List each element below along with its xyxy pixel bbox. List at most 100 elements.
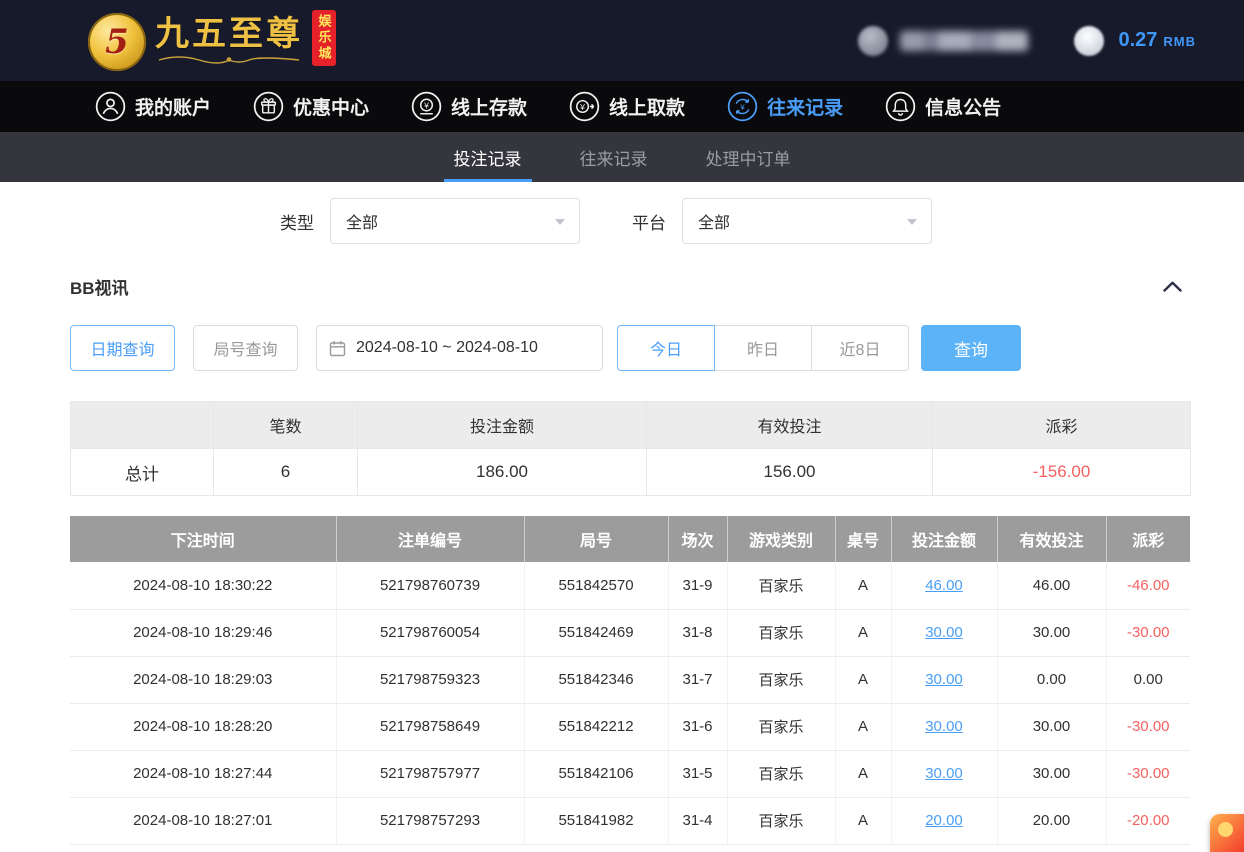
- cell-table-no: A: [835, 562, 891, 609]
- last-8-days-button[interactable]: 近8日: [811, 325, 909, 371]
- cell-bet-id: 521798757977: [336, 750, 524, 797]
- platform-filter-label: 平台: [632, 209, 666, 234]
- nav-item-promotions[interactable]: 优惠中心: [253, 91, 369, 122]
- coin-glyph: 5: [105, 22, 129, 62]
- cell-session: 31-8: [668, 609, 727, 656]
- gift-icon: [253, 91, 284, 122]
- floating-promo-widget[interactable]: [1210, 814, 1244, 852]
- filter-row: 类型 全部 平台 全部: [280, 198, 1244, 244]
- cell-session: 31-9: [668, 562, 727, 609]
- round-query-button[interactable]: 局号查询: [193, 325, 298, 371]
- nav-item-withdraw[interactable]: ¥ 线上取款: [569, 91, 685, 122]
- cell-game-type: 百家乐: [727, 609, 835, 656]
- cell-table-no: A: [835, 656, 891, 703]
- summary-bet-amount: 186.00: [358, 449, 647, 496]
- summary-total-label: 总计: [71, 449, 214, 496]
- header-bet-time: 下注时间: [70, 516, 336, 562]
- cell-game-type: 百家乐: [727, 656, 835, 703]
- summary-count: 6: [214, 449, 358, 496]
- bet-amount-link[interactable]: 46.00: [925, 577, 963, 594]
- section-title: BB视讯: [70, 274, 129, 299]
- main-nav: 我的账户 优惠中心 ¥ 线上存款 ¥ 线上取款 ¥ 往来记录 信息公告: [0, 81, 1244, 132]
- date-range-value: 2024-08-10 ~ 2024-08-10: [356, 339, 538, 357]
- chevron-down-icon: [555, 219, 565, 225]
- cell-valid-bet: 20.00: [997, 797, 1106, 844]
- nav-item-records[interactable]: ¥ 往来记录: [727, 91, 843, 122]
- user-avatar[interactable]: [858, 26, 888, 56]
- quick-date-group: 今日 昨日 近8日: [617, 325, 909, 371]
- platform-select-value: 全部: [698, 209, 730, 233]
- cell-bet-id: 521798760054: [336, 609, 524, 656]
- table-row: 2024-08-10 18:29:03 521798759323 5518423…: [70, 656, 1190, 703]
- cell-bet-amount: 46.00: [891, 562, 997, 609]
- cell-valid-bet: 30.00: [997, 703, 1106, 750]
- cell-game-type: 百家乐: [727, 750, 835, 797]
- svg-text:¥: ¥: [579, 102, 585, 112]
- type-filter-label: 类型: [280, 209, 314, 234]
- cell-bet-amount: 30.00: [891, 703, 997, 750]
- nav-item-my-account[interactable]: 我的账户: [95, 91, 211, 122]
- sub-tab-bar: 投注记录 往来记录 处理中订单: [0, 132, 1244, 182]
- tab-betting-records[interactable]: 投注记录: [448, 132, 528, 182]
- nav-item-deposit[interactable]: ¥ 线上存款: [411, 91, 527, 122]
- query-controls: 日期查询 局号查询 2024-08-10 ~ 2024-08-10 今日 昨日 …: [70, 325, 1244, 371]
- summary-payout: -156.00: [933, 449, 1191, 496]
- bet-amount-link[interactable]: 20.00: [925, 812, 963, 829]
- date-query-button[interactable]: 日期查询: [70, 325, 175, 371]
- nav-label: 线上取款: [609, 93, 685, 120]
- cell-game-type: 百家乐: [727, 703, 835, 750]
- header-table-no: 桌号: [835, 516, 891, 562]
- search-button[interactable]: 查询: [921, 325, 1021, 371]
- bet-amount-link[interactable]: 30.00: [925, 671, 963, 688]
- deposit-icon: ¥: [411, 91, 442, 122]
- top-header: 5 九五至尊 娱乐城 0.27 RMB: [0, 0, 1244, 81]
- date-range-input[interactable]: 2024-08-10 ~ 2024-08-10: [316, 325, 603, 371]
- bet-amount-link[interactable]: 30.00: [925, 765, 963, 782]
- tab-transaction-records[interactable]: 往来记录: [574, 132, 654, 182]
- type-select[interactable]: 全部: [330, 198, 580, 244]
- bell-icon: [885, 91, 916, 122]
- platform-select[interactable]: 全部: [682, 198, 932, 244]
- balance-amount: 0.27: [1118, 29, 1157, 52]
- chevron-down-icon: [907, 219, 917, 225]
- calendar-icon: [329, 340, 346, 357]
- tab-processing-orders[interactable]: 处理中订单: [700, 132, 797, 182]
- cell-valid-bet: 30.00: [997, 750, 1106, 797]
- brand-logo[interactable]: 5 九五至尊 娱乐城: [88, 10, 336, 71]
- balance-currency: RMB: [1163, 34, 1196, 49]
- yesterday-button[interactable]: 昨日: [714, 325, 812, 371]
- vip-level-avatar[interactable]: [1074, 26, 1104, 56]
- records-icon: ¥: [727, 91, 758, 122]
- header-valid-bet: 有效投注: [997, 516, 1106, 562]
- active-tab-underline: [444, 179, 532, 182]
- cell-round-id: 551841982: [524, 797, 668, 844]
- cell-bet-time: 2024-08-10 18:30:22: [70, 562, 336, 609]
- table-row: 2024-08-10 18:27:01 521798757293 5518419…: [70, 797, 1190, 844]
- cell-valid-bet: 0.00: [997, 656, 1106, 703]
- bet-amount-link[interactable]: 30.00: [925, 718, 963, 735]
- cell-bet-time: 2024-08-10 18:29:03: [70, 656, 336, 703]
- user-area: 0.27 RMB: [858, 26, 1196, 56]
- svg-text:¥: ¥: [740, 102, 745, 111]
- tab-label: 处理中订单: [706, 145, 791, 170]
- table-row: 2024-08-10 18:29:46 521798760054 5518424…: [70, 609, 1190, 656]
- username-blurred[interactable]: [900, 31, 1028, 51]
- section-header: BB视讯: [70, 274, 1186, 299]
- collapse-chevron-up-icon[interactable]: [1159, 277, 1186, 296]
- bet-amount-link[interactable]: 30.00: [925, 624, 963, 641]
- wallet-balance[interactable]: 0.27 RMB: [1118, 29, 1196, 52]
- cell-payout: -30.00: [1106, 703, 1190, 750]
- cell-payout: -20.00: [1106, 797, 1190, 844]
- nav-label: 往来记录: [767, 93, 843, 120]
- cell-game-type: 百家乐: [727, 562, 835, 609]
- logo-coin-icon: 5: [88, 13, 146, 71]
- summary-header-empty: [71, 402, 214, 449]
- summary-header-bet-amount: 投注金额: [358, 402, 647, 449]
- nav-item-announcements[interactable]: 信息公告: [885, 91, 1001, 122]
- brand-badge: 娱乐城: [312, 10, 336, 66]
- cell-bet-amount: 30.00: [891, 609, 997, 656]
- cell-round-id: 551842570: [524, 562, 668, 609]
- today-button[interactable]: 今日: [617, 325, 715, 371]
- header-round-id: 局号: [524, 516, 668, 562]
- cell-table-no: A: [835, 797, 891, 844]
